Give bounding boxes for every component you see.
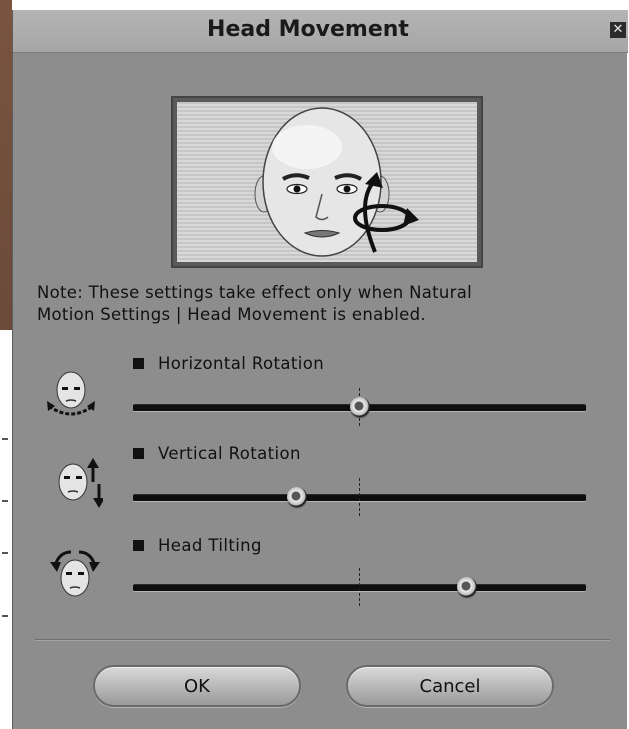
head-vertical-rotation-icon — [58, 458, 103, 508]
dialog-separator — [35, 639, 610, 641]
head-horizontal-rotation-icon — [47, 371, 95, 416]
close-icon[interactable]: ✕ — [610, 22, 626, 38]
horizontal-rotation-label-text: Horizontal Rotation — [158, 354, 325, 373]
desktop-background-mark — [2, 615, 8, 617]
head-tilting-label-text: Head Tilting — [158, 536, 262, 555]
dialog-title: Head Movement — [207, 17, 409, 42]
dialog-titlebar[interactable]: Head Movement ✕ — [13, 10, 628, 53]
vertical-rotation-label-text: Vertical Rotation — [158, 444, 301, 463]
horizontal-rotation-label: Horizontal Rotation — [133, 354, 324, 373]
settings-note-line: Motion Settings | Head Movement is enabl… — [37, 305, 426, 324]
head-rotation-illustration — [254, 107, 419, 257]
head-tilting-indicator — [133, 540, 144, 551]
head-tilting-label: Head Tilting — [133, 536, 262, 555]
vertical-rotation-indicator — [133, 448, 144, 459]
desktop-background-mark — [2, 552, 8, 554]
settings-note: Note: These settings take effect only wh… — [37, 282, 617, 326]
vertical-rotation-slider-handle[interactable] — [287, 487, 307, 507]
desktop-background-mark — [2, 500, 8, 502]
head-movement-dialog: Head Movement ✕ Note: These settings tak… — [12, 10, 628, 729]
horizontal-rotation-slider-handle[interactable] — [350, 397, 370, 417]
desktop-background-top — [0, 0, 629, 10]
head-preview-image — [177, 102, 477, 262]
settings-note-line: Note: These settings take effect only wh… — [37, 283, 473, 302]
horizontal-rotation-indicator — [133, 358, 144, 369]
head-tilting-slider-handle[interactable] — [457, 577, 477, 597]
vertical-rotation-label: Vertical Rotation — [133, 444, 301, 463]
head-tilting-icon — [50, 550, 100, 597]
ok-button[interactable]: OK — [93, 665, 301, 707]
head-preview-panel — [171, 96, 483, 268]
vertical-rotation-center-tick — [359, 478, 361, 516]
head-tilting-center-tick — [359, 568, 361, 606]
desktop-background-mark — [2, 438, 8, 440]
desktop-background-left — [0, 0, 12, 729]
cancel-button[interactable]: Cancel — [346, 665, 554, 707]
